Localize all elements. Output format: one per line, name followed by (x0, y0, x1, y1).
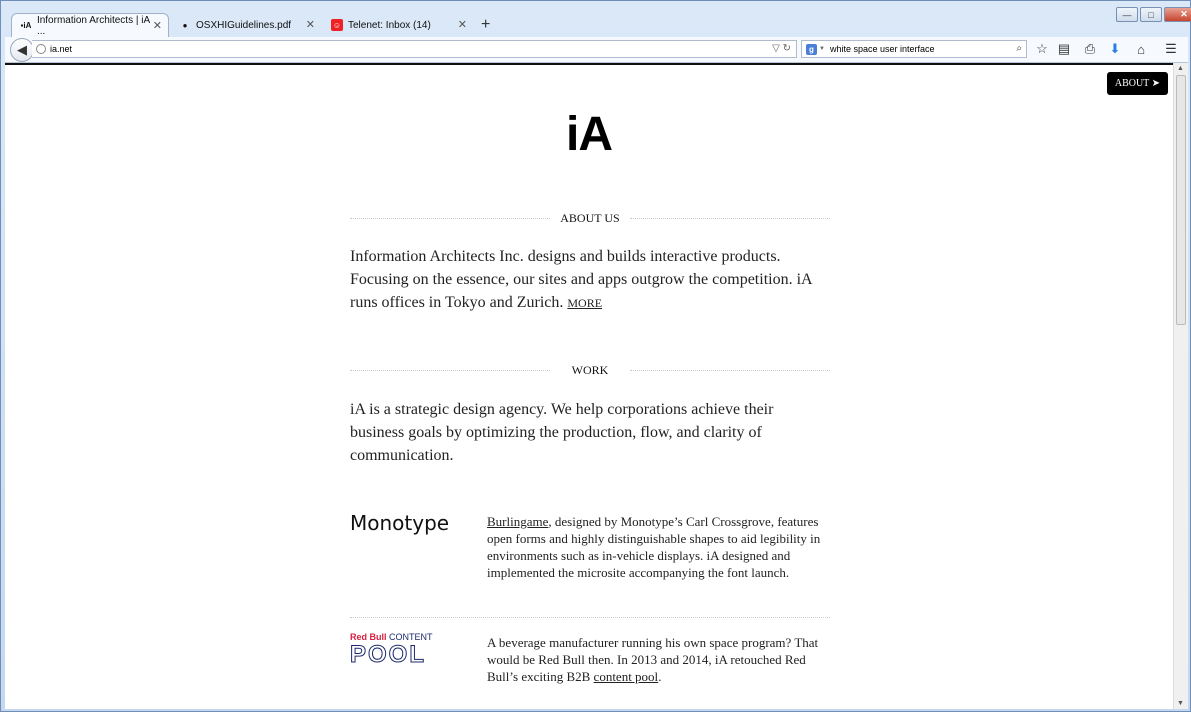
url-bar[interactable]: ia.net ▽ ↻ (32, 40, 797, 58)
download-icon[interactable]: ⬇ (1106, 41, 1124, 57)
maximize-button[interactable]: □ (1140, 7, 1162, 22)
redbull-content-pool-logo[interactable]: Red Bull CONTENT POOL (350, 632, 440, 668)
scrollbar-thumb[interactable] (1176, 75, 1186, 325)
about-us-heading: ABOUT US (350, 211, 830, 225)
tab-label: OSXHIGuidelines.pdf (196, 19, 292, 31)
bookmarks-menu-icon[interactable]: ▤ (1055, 41, 1073, 57)
close-tab-icon[interactable]: ✕ (458, 18, 467, 31)
close-tab-icon[interactable]: ✕ (306, 18, 315, 31)
work-paragraph: iA is a strategic design agency. We help… (350, 401, 774, 464)
vertical-scrollbar[interactable]: ▲ ▼ (1173, 63, 1188, 709)
close-tab-icon[interactable]: ✕ (153, 19, 162, 32)
tab-label: Information Architects | iA ... (36, 14, 150, 37)
case-divider (350, 617, 830, 618)
burlingame-link[interactable]: Burlingame (487, 514, 548, 529)
google-icon[interactable]: g (806, 43, 817, 55)
case-description: A beverage manufacturer running his own … (487, 635, 819, 684)
tab-bar: ▪iA Information Architects | iA ... ✕ ● … (11, 11, 1111, 37)
more-link[interactable]: MORE (567, 296, 602, 310)
bookmark-star-icon[interactable]: ☆ (1033, 41, 1051, 57)
search-bar[interactable]: g ▼ white space user interface ⌕ (801, 40, 1027, 58)
print-icon[interactable]: ⎙ (1081, 41, 1099, 57)
scroll-down-icon[interactable]: ▼ (1177, 700, 1184, 707)
tab-osxhiguidelines[interactable]: ● OSXHIGuidelines.pdf ✕ (171, 13, 321, 37)
reload-icon[interactable]: ↻ (783, 43, 791, 54)
ia-logo[interactable]: iA (5, 107, 1173, 162)
new-tab-button[interactable]: + (481, 16, 490, 34)
about-button[interactable]: ABOUT ➤ (1106, 72, 1168, 95)
search-icon[interactable]: ⌕ (1016, 43, 1022, 54)
work-heading: WORK (350, 363, 830, 377)
case-description: Burlingame, designed by Monotype’s Carl … (487, 514, 821, 580)
close-window-button[interactable]: ✕ (1164, 7, 1191, 22)
globe-icon (36, 44, 46, 54)
tab-information-architects[interactable]: ▪iA Information Architects | iA ... ✕ (11, 13, 169, 37)
url-text: ia.net (50, 44, 73, 54)
page-content: ABOUT ➤ iA ABOUT US Information Architec… (5, 63, 1173, 709)
apple-icon: ● (182, 20, 188, 30)
dropdown-icon[interactable]: ▽ (772, 43, 780, 54)
home-icon[interactable]: ⌂ (1132, 41, 1150, 57)
about-paragraph: Information Architects Inc. designs and … (350, 248, 812, 311)
back-arrow-icon: ◀ (17, 42, 27, 57)
window-controls: — □ ✕ (1114, 7, 1191, 23)
minimize-button[interactable]: — (1116, 7, 1138, 22)
ia-favicon-icon: ▪iA (20, 21, 32, 30)
url-bar-icons: ▽ ↻ (772, 43, 791, 54)
scroll-up-icon[interactable]: ▲ (1177, 65, 1184, 72)
engine-dropdown-icon[interactable]: ▼ (819, 46, 825, 52)
back-button[interactable]: ◀ (10, 38, 34, 62)
search-input[interactable]: white space user interface (830, 44, 935, 54)
telenet-icon: ☺ (331, 19, 343, 31)
menu-icon[interactable]: ☰ (1162, 41, 1180, 57)
monotype-logo[interactable]: Monotype (350, 511, 449, 535)
content-pool-link[interactable]: content pool (594, 669, 659, 684)
tab-label: Telenet: Inbox (14) (348, 19, 431, 31)
browser-window: ▪iA Information Architects | iA ... ✕ ● … (0, 0, 1191, 712)
navigation-bar: ◀ ia.net ▽ ↻ g ▼ white space user interf… (5, 37, 1188, 63)
tab-telenet-inbox[interactable]: ☺ Telenet: Inbox (14) ✕ (323, 13, 473, 37)
